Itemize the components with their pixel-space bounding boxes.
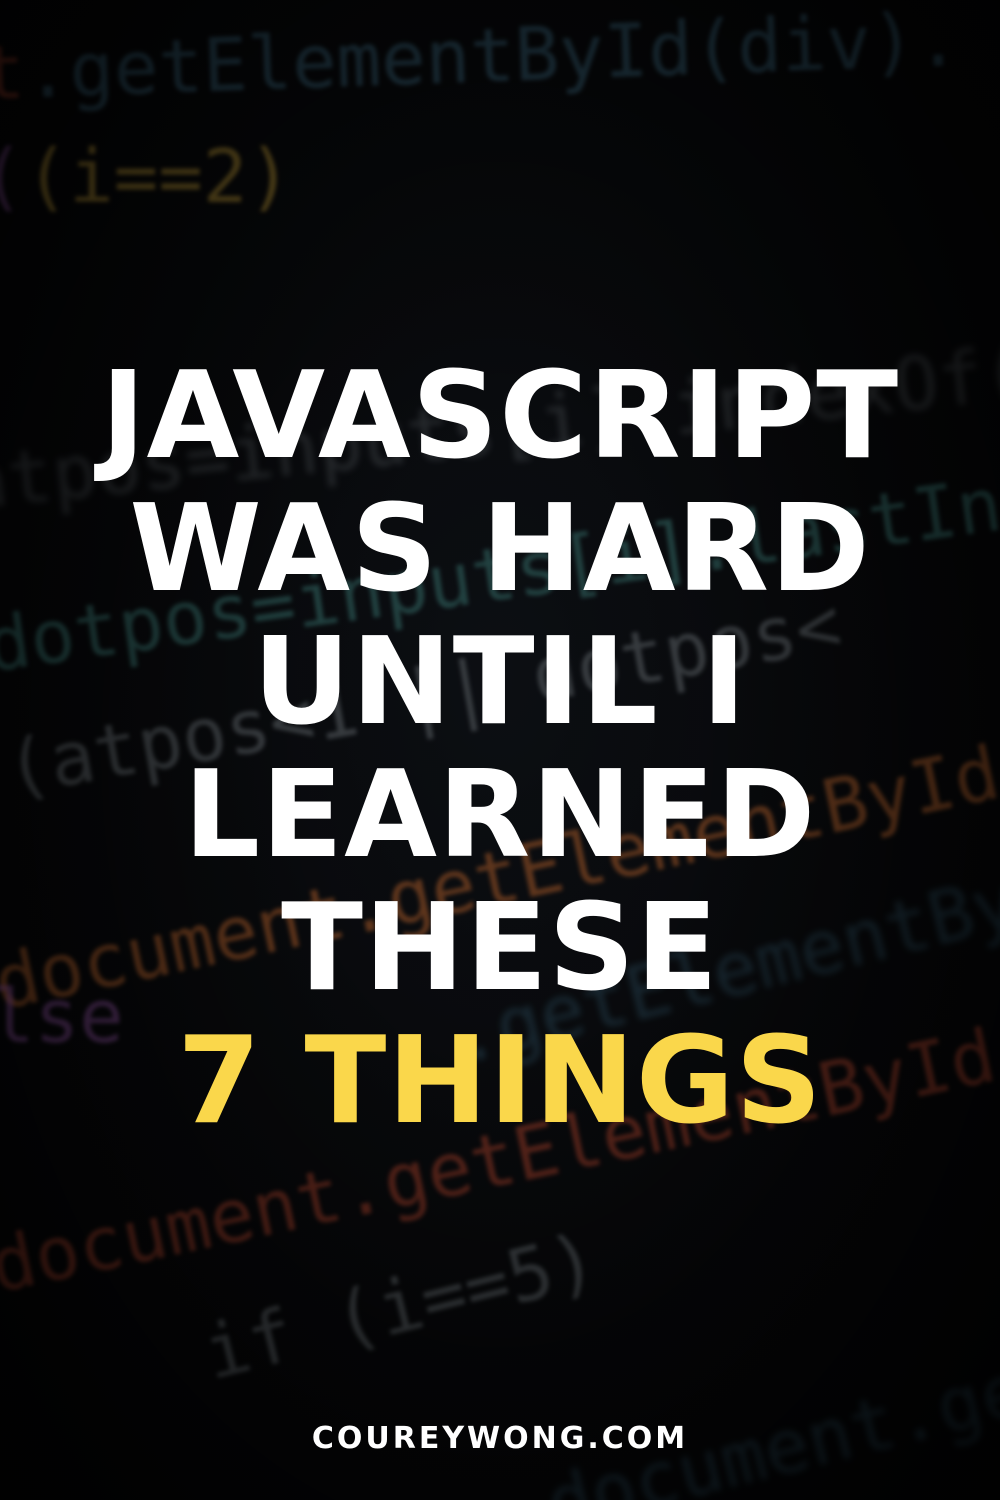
code-line: ((i==2) <box>0 134 292 220</box>
poster: t.getElementById(div). ((i==2) atpos=inp… <box>0 0 1000 1500</box>
headline-line: THESE <box>281 879 719 1018</box>
headline-line: UNTIL I <box>252 613 748 752</box>
headline-line: WAS HARD <box>129 480 871 619</box>
headline-line: JAVASCRIPT <box>100 347 900 486</box>
headline: JAVASCRIPT WAS HARD UNTIL I LEARNED THES… <box>0 350 1000 1148</box>
headline-accent-line: 7 THINGS <box>177 1012 823 1151</box>
code-line: t.getElementById(div). <box>0 0 962 118</box>
headline-line: LEARNED <box>183 746 817 885</box>
code-line: document.getE <box>538 1325 1000 1500</box>
site-url: COUREYWONG.COM <box>311 1421 689 1456</box>
